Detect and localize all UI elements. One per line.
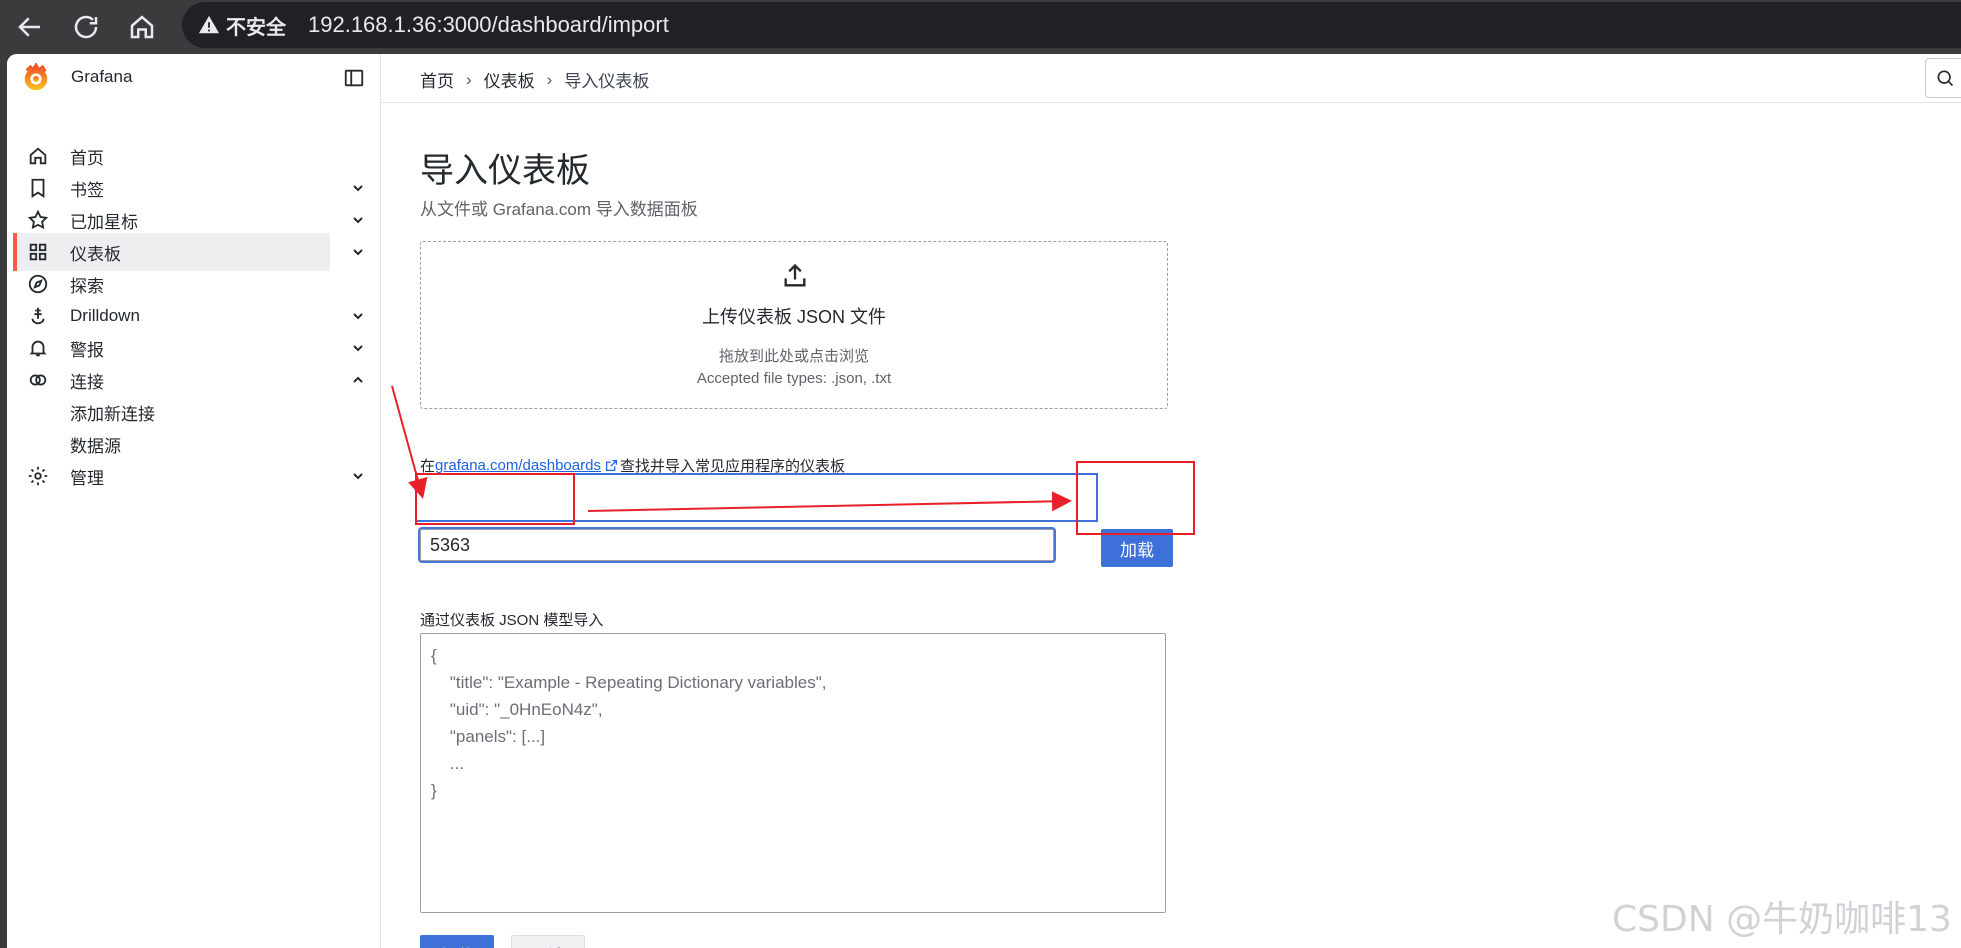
address-bar[interactable]: 不安全 192.168.1.36:3000/dashboard/import (182, 2, 1961, 48)
insecure-label: 不安全 (226, 16, 286, 39)
dashboard-id-input[interactable] (420, 529, 1054, 561)
page-subtitle: 从文件或 Grafana.com 导入数据面板 (420, 200, 698, 219)
breadcrumb-dashboards[interactable]: 仪表板 (484, 67, 535, 92)
breadcrumb-separator: › (466, 69, 472, 89)
search-icon (1937, 70, 1954, 87)
watermark: CSDN @牛奶咖啡13 (1612, 899, 1952, 940)
upload-dropzone[interactable]: 上传仪表板 JSON 文件 拖放到此处或点击浏览 Accepted file t… (420, 241, 1168, 409)
sidebar-item-label: 警报 (70, 340, 104, 360)
breadcrumb-separator: › (546, 69, 553, 89)
reload-icon (74, 15, 98, 39)
home-icon (29, 147, 47, 165)
chevron-down-icon[interactable] (350, 180, 366, 196)
sidebar-item-label: 连接 (70, 372, 104, 392)
breadcrumb-home[interactable]: 首页 (420, 67, 454, 92)
upload-file-types: Accepted file types: .json, .txt (696, 370, 892, 387)
search-button[interactable] (1925, 58, 1961, 98)
chevron-down-icon[interactable] (350, 244, 366, 260)
link-icon (29, 374, 47, 386)
star-icon (27, 209, 49, 230)
brand-name: Grafana (71, 67, 133, 86)
upload-icon (784, 263, 806, 287)
load-button[interactable]: 加载 (420, 935, 494, 948)
reload-button[interactable] (64, 6, 108, 48)
url-text[interactable]: 192.168.1.36:3000/dashboard/import (308, 12, 669, 38)
chevron-down-icon[interactable] (350, 212, 366, 228)
sidebar-item-label: 添加新连接 (70, 404, 155, 424)
chevron-up-icon[interactable] (350, 372, 366, 388)
chevron-down-icon[interactable] (350, 340, 366, 356)
compass-icon (28, 274, 48, 294)
house-icon (130, 15, 154, 39)
gear-icon (28, 466, 48, 486)
warning-icon (198, 15, 220, 34)
sidebar-item-label: 书签 (70, 180, 104, 200)
json-model-textarea[interactable]: { "title": "Example - Repeating Dictiona… (420, 633, 1166, 913)
bell-icon (29, 340, 47, 357)
button-annotation-box (1076, 461, 1195, 535)
grid-icon (29, 243, 47, 261)
upload-hint: 拖放到此处或点击浏览 (718, 348, 869, 365)
dock-menu-icon[interactable] (343, 67, 365, 89)
brand-area: Grafana (7, 54, 381, 102)
bookmark-icon (31, 178, 45, 198)
sidebar-item-label: 探索 (70, 276, 104, 296)
back-arrow-icon (18, 17, 40, 37)
home-nav-button[interactable] (120, 6, 164, 48)
sidebar: 首页 书签 已加星标 仪表板 探索 Drilldown 警报 连接 添加新连接 … (7, 102, 381, 948)
back-button[interactable] (8, 6, 52, 48)
input-annotation-box (415, 473, 575, 525)
sidebar-item-label: 管理 (70, 468, 104, 488)
grafana-com-link[interactable]: grafana.com/dashboards (435, 457, 601, 474)
sidebar-item-label: Drilldown (70, 306, 140, 325)
top-bar: Grafana 首页 › 仪表板 › 导入仪表板 (7, 54, 1961, 103)
json-model-label: 通过仪表板 JSON 模型导入 (420, 612, 604, 629)
chevron-down-icon[interactable] (350, 308, 366, 324)
sidebar-item-label: 首页 (70, 148, 104, 168)
sidebar-item-label: 数据源 (70, 436, 121, 456)
drilldown-icon (31, 307, 45, 325)
breadcrumb: 首页 › 仪表板 › 导入仪表板 (420, 67, 649, 92)
chevron-down-icon[interactable] (350, 468, 366, 484)
browser-toolbar: 不安全 192.168.1.36:3000/dashboard/import (0, 0, 1961, 54)
breadcrumb-current: 导入仪表板 (564, 72, 650, 91)
cancel-button[interactable]: 取消 (511, 935, 585, 948)
page-title: 导入仪表板 (420, 152, 590, 190)
upload-title: 上传仪表板 JSON 文件 (701, 307, 886, 327)
sidebar-item-label: 已加星标 (70, 212, 138, 232)
sidebar-item-administration[interactable]: 管理 (13, 457, 330, 495)
external-link-icon (605, 459, 617, 472)
sidebar-item-label: 仪表板 (70, 244, 121, 264)
grafana-logo-icon[interactable] (21, 63, 51, 93)
